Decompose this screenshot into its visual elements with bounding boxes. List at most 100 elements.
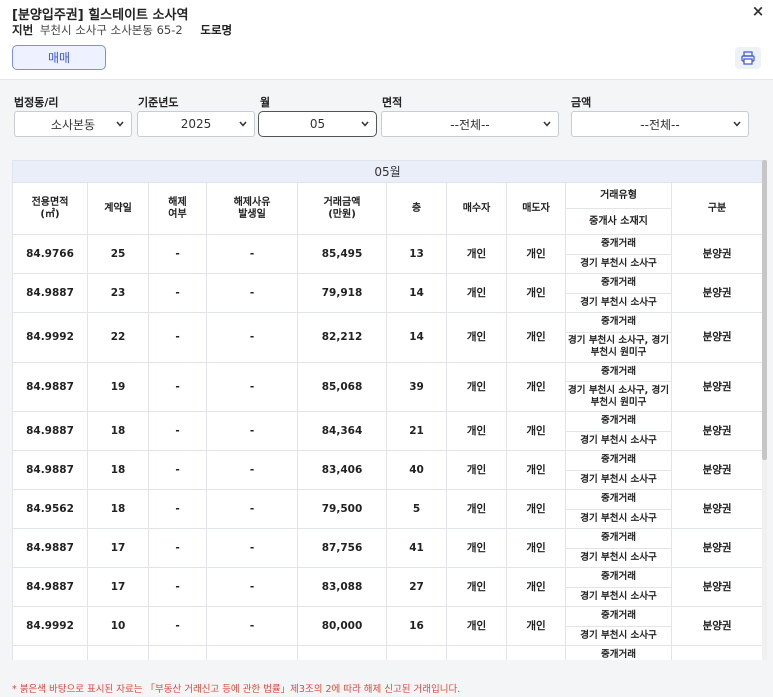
cell-broker-location: 경기 부천시 소사구	[565, 292, 672, 313]
cancellation-footnote: * 붉은색 바탕으로 표시된 자료는 「부동산 거래신고 등에 관한 법률」제3…	[12, 684, 461, 695]
cell-buyer: 개인	[446, 312, 507, 363]
col-header-buyer: 매수자	[446, 182, 507, 235]
cell-category: 분양권	[670, 567, 762, 607]
cell-floor: 16	[386, 606, 447, 646]
cell-deal-type: 중개거래	[565, 528, 672, 549]
cell-seller: 개인	[506, 234, 566, 274]
cell-deal-type: 중개거래	[565, 361, 672, 382]
filter-bar: 법정동/리 기준년도 월 면적 금액 소사본동 2025 05 --전체-- -…	[0, 80, 773, 146]
results-table-container[interactable]: 05월 전용면적 (㎡) 계약일 해제 여부 해제사유 발생일 거래금액 (만원…	[12, 160, 762, 660]
cell-buyer: 개인	[446, 489, 507, 529]
cell-cancel: -	[148, 234, 207, 274]
cell-cancel: -	[148, 411, 207, 451]
cell-cancel-date: -	[206, 450, 298, 490]
year-label: 기준년도	[138, 96, 179, 109]
cell-seller: 개인	[506, 528, 566, 568]
col-header-broker-location: 중개사 소재지	[565, 208, 672, 235]
cell-category: 분양권	[670, 528, 762, 568]
cell-floor: 5	[386, 489, 447, 529]
cell-price: 82,212	[297, 312, 387, 363]
cell-deal-type: 중개거래	[565, 450, 672, 471]
chevron-down-icon	[361, 121, 369, 127]
address-line: 지번 부천시 소사구 소사본동 65-2 도로명	[12, 22, 232, 38]
tab-trade[interactable]: 매매	[12, 45, 106, 70]
cell-price: 79,918	[297, 273, 387, 313]
cell-day	[87, 645, 149, 660]
cell-price: 87,756	[297, 528, 387, 568]
cell-buyer: 개인	[446, 450, 507, 490]
cell-cancel-date: -	[206, 489, 298, 529]
month-select[interactable]: 05	[258, 111, 377, 137]
chevron-down-icon	[733, 121, 741, 127]
results-table: 05월 전용면적 (㎡) 계약일 해제 여부 해제사유 발생일 거래금액 (만원…	[12, 160, 762, 660]
cell-category: 분양권	[670, 312, 762, 363]
cell-day: 19	[87, 361, 149, 412]
cell-day: 22	[87, 312, 149, 363]
cell-seller: 개인	[506, 606, 566, 646]
road-address-label: 도로명	[200, 23, 233, 37]
cell-price: 84,364	[297, 411, 387, 451]
cell-category: 분양권	[670, 411, 762, 451]
cell-broker-location: 경기 부천시 소사구, 경기 부천시 원미구	[565, 381, 672, 412]
cell-day: 23	[87, 273, 149, 313]
chevron-down-icon	[543, 121, 551, 127]
cell-price: 83,088	[297, 567, 387, 607]
col-header-area: 전용면적 (㎡)	[12, 182, 88, 235]
table-row: 84.9992 10- -80,000 16 개인 개인 중개거래 분양권	[12, 606, 762, 646]
cell-area: 84.9887	[12, 567, 88, 607]
cell-deal-type: 중개거래	[565, 411, 672, 432]
table-row: 중개거래	[12, 645, 762, 660]
cell-cancel: -	[148, 528, 207, 568]
cell-area: 84.9887	[12, 528, 88, 568]
table-row: 84.9887 18- -83,406 40 개인 개인 중개거래 분양권	[12, 450, 762, 490]
cell-price: 85,495	[297, 234, 387, 274]
cell-area	[12, 645, 88, 660]
cell-cancel-date	[206, 645, 298, 660]
cell-floor: 41	[386, 528, 447, 568]
cell-price: 80,000	[297, 606, 387, 646]
cell-cancel-date: -	[206, 411, 298, 451]
col-header-seller: 매도자	[506, 182, 566, 235]
cell-broker-location: 경기 부천시 소사구	[565, 508, 672, 529]
cell-cancel-date: -	[206, 528, 298, 568]
cell-price	[297, 645, 387, 660]
cell-cancel: -	[148, 312, 207, 363]
price-select[interactable]: --전체--	[571, 111, 749, 137]
cell-buyer: 개인	[446, 273, 507, 313]
cell-day: 10	[87, 606, 149, 646]
cell-broker-location: 경기 부천시 소사구	[565, 253, 672, 274]
cell-category: 분양권	[670, 361, 762, 412]
col-header-deal-type: 거래유형	[565, 182, 672, 209]
cell-price: 85,068	[297, 361, 387, 412]
scrollbar-thumb[interactable]	[762, 160, 767, 460]
printer-icon	[741, 51, 755, 65]
cell-cancel-date: -	[206, 606, 298, 646]
area-select[interactable]: --전체--	[381, 111, 559, 137]
cell-cancel-date: -	[206, 361, 298, 412]
page-title: [분양입주권] 힐스테이트 소사역	[12, 8, 189, 23]
table-row: 84.9992 22- -82,212 14 개인 개인 중개거래 분양권	[12, 312, 762, 363]
cell-seller: 개인	[506, 361, 566, 412]
print-button[interactable]	[735, 47, 761, 69]
chevron-down-icon	[116, 121, 124, 127]
cell-floor: 14	[386, 273, 447, 313]
cell-cancel	[148, 645, 207, 660]
close-icon[interactable]: ×	[751, 2, 765, 20]
cell-deal-type: 중개거래	[565, 312, 672, 333]
col-header-price: 거래금액 (만원)	[297, 182, 387, 235]
cell-buyer: 개인	[446, 361, 507, 412]
table-row: 84.9887 18- -84,364 21 개인 개인 중개거래 분양권	[12, 411, 762, 451]
cell-area: 84.9562	[12, 489, 88, 529]
table-row: 84.9887 17- -87,756 41 개인 개인 중개거래 분양권	[12, 528, 762, 568]
year-select-value: 2025	[180, 117, 212, 131]
cell-deal-type: 중개거래	[565, 567, 672, 588]
area-select-value: --전체--	[450, 117, 490, 132]
cell-price: 79,500	[297, 489, 387, 529]
results-panel: 05월 전용면적 (㎡) 계약일 해제 여부 해제사유 발생일 거래금액 (만원…	[0, 146, 773, 697]
year-select[interactable]: 2025	[137, 111, 255, 137]
table-scrollbar[interactable]	[762, 160, 767, 660]
dong-select[interactable]: 소사본동	[14, 111, 132, 137]
table-row: 84.9887 19- -85,068 39 개인 개인 중개거래 분양권	[12, 361, 762, 412]
cell-category	[670, 645, 762, 660]
cell-buyer: 개인	[446, 411, 507, 451]
